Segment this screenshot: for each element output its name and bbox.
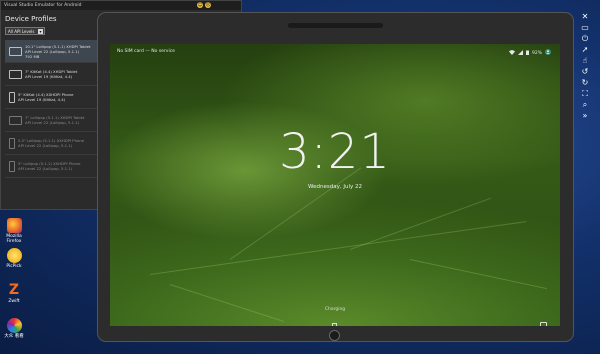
device-profile-item[interactable]: 5.5" Lollipop (5.1.1) XXHDPI Phone API Le… [5, 132, 105, 155]
signal-icon [517, 49, 523, 57]
device-profile-text: 10.1" Lollipop (5.1.1) XHDPI Tablet API L… [25, 44, 90, 59]
device-profile-line3: 792 MB [25, 53, 40, 59]
desktop-icon-firefox[interactable]: Mozilla Firefox [2, 218, 26, 244]
device-profile-text: 5" Lollipop (5.1.1) XXHDPI Phone API Leve… [18, 161, 80, 171]
rotate-left-icon[interactable]: ↺ [580, 67, 591, 77]
desktop-icon-label: 大众 看看 [4, 334, 24, 339]
device-profile-line2: API Level 19 (KitKat, 4.4) [18, 97, 66, 102]
send-smile-icon[interactable]: ☺ [197, 2, 203, 8]
device-profile-line1: 10.1" Lollipop (5.1.1) XHDPI Tablet [25, 43, 91, 49]
battery-percentage: 92% [531, 50, 542, 56]
desktop-icon-zwift[interactable]: Z Zwift [2, 282, 26, 305]
leaf-vein [349, 197, 492, 250]
device-profile-line2: API Level 19 (KitKat, 4.4) [25, 74, 73, 79]
rotate-right-icon[interactable]: ↻ [580, 78, 591, 88]
device-profile-text: 5" KitKat (4.4) XXHDPI Phone API Level 19… [18, 92, 73, 102]
tablet-icon [9, 46, 22, 56]
api-level-filter-value: All API Levels [8, 28, 35, 34]
emulator-toolbar: ✕ ▭ ⏻ ➚ ☝ ↺ ↻ ⛶ ⌕» [579, 12, 591, 122]
desktop-icon-label: Zwift [8, 299, 20, 304]
device-profile-text: 7" Lollipop (5.1.1) XHDPI Tablet API Leve… [25, 115, 84, 125]
minimize-icon[interactable]: ▭ [580, 23, 591, 33]
device-profile-item[interactable]: 7" KitKat (4.4) XHDPI Tablet API Level 19… [5, 63, 105, 86]
desktop-icon-picpick[interactable]: PicPick [2, 248, 26, 269]
emulator-device: No SIM card — No service 92% 3:21 Wednes… [97, 12, 574, 342]
phone-icon [9, 160, 15, 172]
window-titlebar[interactable]: Visual Studio Emulator for Android ☺ ☹ [1, 1, 241, 10]
tablet-icon [9, 69, 22, 79]
zoom-icon[interactable]: ⌕ [580, 100, 591, 110]
pointer-icon[interactable]: ➚ [580, 45, 591, 55]
phone-icon [9, 137, 15, 149]
api-level-filter[interactable]: All API Levels ▾ [5, 27, 45, 35]
touch-icon[interactable]: ☝ [580, 56, 591, 66]
carrier-text: No SIM card — No service [117, 49, 175, 54]
device-screen[interactable]: No SIM card — No service 92% 3:21 Wednes… [110, 44, 560, 326]
profile-list: 10.1" Lollipop (5.1.1) XHDPI Tablet API L… [5, 40, 105, 178]
picpick-icon [6, 248, 22, 263]
phone-icon [9, 91, 15, 103]
device-profile-item[interactable]: 5" KitKat (4.4) XXHDPI Phone API Level 19… [5, 86, 105, 109]
wifi-icon [508, 49, 515, 57]
lockscreen-date: Wednesday, July 22 [308, 184, 362, 190]
device-profile-item[interactable]: 10.1" Lollipop (5.1.1) XHDPI Tablet API L… [5, 40, 105, 63]
close-icon[interactable]: ✕ [580, 12, 591, 22]
battery-icon [525, 50, 529, 57]
chevron-down-icon: ▾ [38, 29, 43, 34]
device-profile-item[interactable]: 7" Lollipop (5.1.1) XHDPI Tablet API Leve… [5, 109, 105, 132]
device-speaker [288, 23, 383, 28]
desktop-icon-label: PicPick [6, 264, 22, 269]
firefox-icon [6, 218, 22, 233]
leaf-vein [169, 284, 285, 323]
leaf-vein [149, 221, 527, 275]
leaf-vein [409, 259, 548, 290]
lock-icon[interactable] [332, 323, 337, 326]
window-title: Visual Studio Emulator for Android [4, 3, 82, 8]
lockscreen-clock: 3:21 [279, 124, 391, 180]
user-avatar-icon[interactable] [545, 49, 551, 57]
power-icon[interactable]: ⏻ [580, 34, 591, 44]
send-frown-icon[interactable]: ☹ [205, 2, 211, 8]
device-profile-line2: API Level 22 (Lollipop, 5.1.1) [18, 143, 73, 148]
desktop-icon-kankan[interactable]: 大众 看看 [2, 318, 26, 339]
charging-status: Charging [324, 307, 346, 312]
home-button[interactable] [329, 330, 340, 341]
device-profile-item[interactable]: 5" Lollipop (5.1.1) XXHDPI Phone API Leve… [5, 155, 105, 178]
device-profile-text: 5.5" Lollipop (5.1.1) XXHDPI Phone API Le… [18, 138, 84, 148]
kankan-icon [6, 318, 22, 333]
more-icon[interactable]: » [580, 111, 591, 121]
android-status-bar: No SIM card — No service 92% [117, 49, 551, 57]
fit-to-screen-icon[interactable]: ⛶ [580, 89, 591, 99]
device-profile-line2: API Level 22 (Lollipop, 5.1.1) [18, 166, 73, 171]
desktop-icon-label: Mozilla Firefox [6, 234, 22, 244]
camera-icon[interactable] [540, 322, 547, 326]
device-profile-text: 7" KitKat (4.4) XHDPI Tablet API Level 19… [25, 69, 77, 79]
tablet-icon [9, 115, 22, 125]
device-profile-line2: API Level 22 (Lollipop, 5.1.1) [25, 120, 80, 125]
zwift-icon: Z [8, 282, 20, 298]
